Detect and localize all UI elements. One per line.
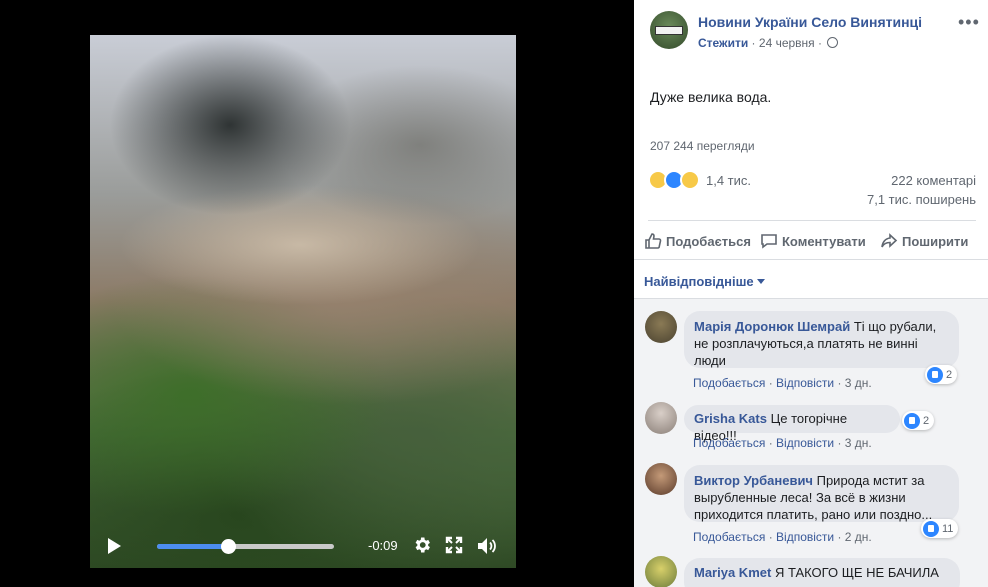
video-pane: -0:09 [0,0,634,587]
comment-reaction-count: 2 [923,414,930,427]
video-controls: -0:09 [90,528,516,564]
like-icon [923,520,939,537]
comment-reply-link[interactable]: Відповісти [776,530,834,544]
sort-label: Найвідповідніше [644,274,754,289]
divider [648,220,976,221]
comment-reaction-badge[interactable]: 2 [925,365,958,384]
comment-bubble: Марія Доронюк Шемрай Ті що рубали, не ро… [684,311,959,368]
share-arrow-icon [881,233,898,248]
post-date[interactable]: 24 червня [759,36,815,50]
comment-like-link[interactable]: Подобається [693,376,765,390]
divider [634,259,988,260]
volume-icon[interactable] [476,535,498,557]
share-button-label: Поширити [902,233,969,249]
like-button-label: Подобається [666,233,751,249]
comment-bubble-icon [761,234,777,249]
comment-time[interactable]: 3 дн. [845,436,872,450]
caret-down-icon [756,279,765,284]
comment-bubble: Mariya Kmet Я ТАКОГО ЩЕ НЕ БАЧИЛА [684,558,960,587]
fullscreen-icon[interactable] [445,536,463,554]
settings-gear-icon[interactable] [412,535,432,555]
comment-button[interactable]: Коментувати [760,232,866,250]
like-button[interactable]: Подобається [644,232,751,250]
thumbs-up-icon [645,233,662,249]
comment-reaction-badge[interactable]: 2 [902,411,935,430]
comment-time[interactable]: 2 дн. [845,530,872,544]
comment-button-label: Коментувати [782,233,866,249]
progress-bar[interactable] [157,539,334,554]
progress-handle[interactable] [220,539,236,554]
share-button[interactable]: Поширити [880,232,968,250]
post-side-panel: Новини України Село Винятинці ••• Стежит… [634,0,988,587]
post-text: Дуже велика вода. [650,89,772,105]
comment-actions: Подобається · Відповісти · 3 дн. [693,376,872,390]
commenter-avatar[interactable] [645,463,677,495]
video-player[interactable] [90,35,516,568]
comment-reaction-count: 11 [942,522,954,535]
comment-author[interactable]: Mariya Kmet [694,565,771,580]
comment-author[interactable]: Виктор Урбаневич [694,473,813,488]
time-remaining: -0:09 [368,538,398,553]
comment-reaction-badge[interactable]: 11 [921,519,959,538]
comment-like-link[interactable]: Подобається [693,436,765,450]
view-count: 207 244 перегляди [650,139,755,153]
comment-author[interactable]: Марія Доронюк Шемрай [694,319,850,334]
facebook-video-viewer: -0:09 Новини України Село Винятинці ••• … [0,0,988,587]
commenter-avatar[interactable] [645,556,677,587]
reaction-count[interactable]: 1,4 тис. [706,173,751,188]
comment-reply-link[interactable]: Відповісти [776,436,834,450]
comment-actions: Подобається · Відповісти · 2 дн. [693,530,872,544]
commenter-avatar[interactable] [645,311,677,343]
progress-fill [157,544,228,549]
page-avatar[interactable] [650,11,688,49]
like-icon [904,412,920,429]
like-icon [927,366,943,383]
comment-bubble: Виктор Урбаневич Природа мстит за вырубл… [684,465,959,522]
comment-time[interactable]: 3 дн. [845,376,872,390]
comment-bubble: Grisha Kats Це тогорічне відео!!! [684,405,900,443]
more-options-icon[interactable]: ••• [958,12,980,33]
comments-count-link[interactable]: 222 коментарі [891,173,976,188]
wow-reaction-icon [680,170,700,190]
commenter-avatar[interactable] [645,402,677,434]
comment-text: Я ТАКОГО ЩЕ НЕ БАЧИЛА [774,565,939,580]
page-name-link[interactable]: Новини України Село Винятинці [698,14,922,30]
comment-sort-dropdown[interactable]: Найвідповідніше [644,274,765,289]
globe-icon [827,37,839,48]
comment-reply-link[interactable]: Відповісти [776,376,834,390]
comment-actions: Подобається · Відповісти · 3 дн. [693,436,872,450]
comment-author[interactable]: Grisha Kats [694,411,767,426]
play-icon[interactable] [108,538,121,554]
follow-link[interactable]: Стежити [698,36,748,50]
comment-reaction-count: 2 [946,368,953,381]
comments-list: Марія Доронюк Шемрай Ті що рубали, не ро… [634,298,988,587]
shares-count-link[interactable]: 7,1 тис. поширень [867,192,976,207]
post-meta: Стежити · 24 червня · [698,36,839,50]
comment-like-link[interactable]: Подобається [693,530,765,544]
